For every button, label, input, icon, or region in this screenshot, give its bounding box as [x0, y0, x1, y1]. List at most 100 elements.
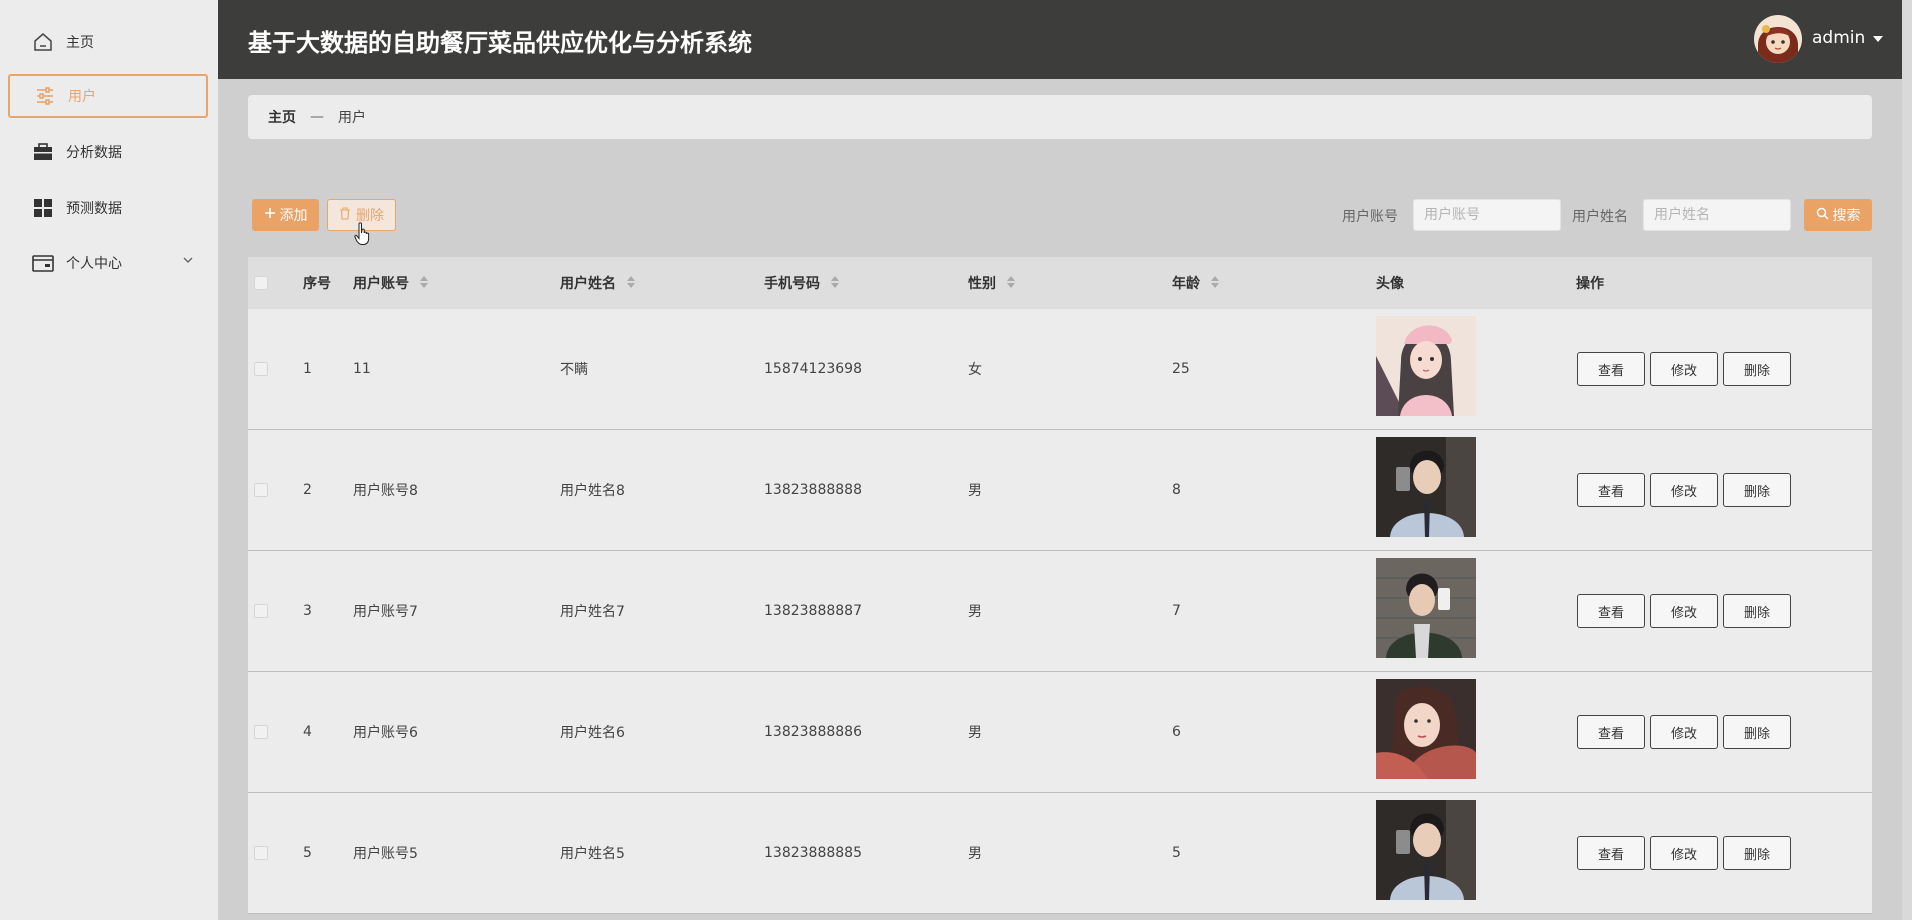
row-checkbox[interactable]	[254, 725, 268, 739]
avatar-thumbnail	[1376, 558, 1476, 658]
trash-icon	[339, 206, 351, 224]
users-table: 序号 用户账号 用户姓名 手机号码 性别 年龄 头像 操作 1 11 不瞒 15…	[248, 257, 1872, 914]
table-row: 5 用户账号5 用户姓名5 13823888885 男 5 查看 修改 删除	[248, 793, 1872, 914]
cell-age: 5	[1172, 845, 1181, 861]
cell-account: 用户账号8	[353, 483, 418, 499]
delete-button[interactable]: 删除	[1723, 715, 1791, 749]
home-icon	[32, 31, 54, 53]
cell-name: 用户姓名7	[560, 604, 625, 620]
app-title: 基于大数据的自助餐厅菜品供应优化与分析系统	[248, 29, 752, 57]
sidebar-item-label: 主页	[66, 35, 94, 51]
delete-button[interactable]: 删除	[1723, 594, 1791, 628]
sidebar-item-profile[interactable]: 个人中心	[8, 241, 208, 285]
sidebar-item-users[interactable]: 用户	[8, 74, 208, 118]
header-age-label: 年龄	[1172, 276, 1200, 292]
header-phone[interactable]: 手机号码	[764, 273, 839, 293]
edit-button[interactable]: 修改	[1650, 594, 1718, 628]
search-icon	[1816, 207, 1829, 224]
cell-gender: 女	[968, 362, 982, 378]
cell-index: 1	[303, 361, 312, 377]
header-account[interactable]: 用户账号	[353, 273, 428, 293]
avatar-thumbnail	[1376, 800, 1476, 900]
user-avatar[interactable]	[1754, 15, 1802, 63]
header-account-label: 用户账号	[353, 276, 409, 292]
sort-icon[interactable]	[1210, 276, 1219, 292]
grid-icon	[32, 197, 54, 219]
row-checkbox[interactable]	[254, 362, 268, 376]
name-search-input[interactable]	[1643, 199, 1791, 231]
table-row: 2 用户账号8 用户姓名8 13823888888 男 8 查看 修改 删除	[248, 430, 1872, 551]
user-name[interactable]: admin	[1812, 28, 1865, 48]
row-checkbox[interactable]	[254, 846, 268, 860]
cell-age: 25	[1172, 361, 1190, 377]
header-gender[interactable]: 性别	[968, 273, 1015, 293]
search-button[interactable]: 搜索	[1804, 199, 1872, 231]
account-search-input[interactable]	[1413, 199, 1561, 231]
header-age[interactable]: 年龄	[1172, 273, 1219, 293]
sort-icon[interactable]	[626, 276, 635, 292]
cell-index: 4	[303, 724, 312, 740]
sidebar-item-forecast[interactable]: 预测数据	[8, 186, 208, 230]
sort-icon[interactable]	[419, 276, 428, 292]
sidebar-item-analysis[interactable]: 分析数据	[8, 130, 208, 174]
row-checkbox[interactable]	[254, 604, 268, 618]
view-button[interactable]: 查看	[1577, 836, 1645, 870]
sidebar-item-label: 分析数据	[66, 145, 122, 161]
cell-name: 用户姓名5	[560, 846, 625, 862]
avatar-thumbnail	[1376, 316, 1476, 416]
breadcrumb-separator: —	[310, 109, 324, 125]
avatar-thumbnail	[1376, 679, 1476, 779]
cell-account: 用户账号7	[353, 604, 418, 620]
cell-name: 用户姓名6	[560, 725, 625, 741]
header-name[interactable]: 用户姓名	[560, 273, 635, 293]
cell-account: 11	[353, 361, 371, 377]
table-row: 1 11 不瞒 15874123698 女 25 查看 修改 删除	[248, 309, 1872, 430]
cell-account: 用户账号5	[353, 846, 418, 862]
scrollbar[interactable]	[1902, 0, 1912, 920]
table-row: 3 用户账号7 用户姓名7 13823888887 男 7 查看 修改 删除	[248, 551, 1872, 672]
cell-phone: 13823888885	[764, 845, 862, 861]
cell-phone: 13823888886	[764, 724, 862, 740]
sidebar: 主页 用户 分析数据 预测数据 个人中心	[0, 0, 218, 920]
briefcase-icon	[32, 141, 54, 163]
cell-gender: 男	[968, 725, 982, 741]
sidebar-item-label: 用户	[68, 89, 96, 105]
table-header: 序号 用户账号 用户姓名 手机号码 性别 年龄 头像 操作	[248, 257, 1872, 309]
cell-age: 6	[1172, 724, 1181, 740]
sidebar-item-label: 个人中心	[66, 256, 122, 272]
chevron-down-icon[interactable]	[182, 254, 194, 270]
cell-index: 5	[303, 845, 312, 861]
cell-gender: 男	[968, 483, 982, 499]
edit-button[interactable]: 修改	[1650, 473, 1718, 507]
account-search-label: 用户账号	[1342, 209, 1398, 225]
cell-phone: 15874123698	[764, 361, 862, 377]
view-button[interactable]: 查看	[1577, 473, 1645, 507]
edit-button[interactable]: 修改	[1650, 352, 1718, 386]
sort-icon[interactable]	[1006, 276, 1015, 292]
cell-gender: 男	[968, 846, 982, 862]
cell-age: 8	[1172, 482, 1181, 498]
breadcrumb-home[interactable]: 主页	[268, 107, 296, 127]
wallet-icon	[32, 252, 54, 274]
select-all-checkbox[interactable]	[254, 276, 268, 290]
delete-button[interactable]: 删除	[1723, 352, 1791, 386]
delete-button[interactable]: 删除	[1723, 473, 1791, 507]
cell-phone: 13823888887	[764, 603, 862, 619]
cell-index: 3	[303, 603, 312, 619]
edit-button[interactable]: 修改	[1650, 715, 1718, 749]
search-button-label: 搜索	[1832, 208, 1861, 224]
delete-button[interactable]: 删除	[1723, 836, 1791, 870]
header-avatar: 头像	[1376, 276, 1404, 292]
name-search-label: 用户姓名	[1572, 209, 1628, 225]
sliders-icon	[34, 85, 56, 107]
view-button[interactable]: 查看	[1577, 594, 1645, 628]
sort-icon[interactable]	[830, 276, 839, 292]
caret-down-icon[interactable]	[1872, 30, 1884, 49]
view-button[interactable]: 查看	[1577, 352, 1645, 386]
sidebar-item-home[interactable]: 主页	[8, 20, 208, 64]
view-button[interactable]: 查看	[1577, 715, 1645, 749]
edit-button[interactable]: 修改	[1650, 836, 1718, 870]
row-checkbox[interactable]	[254, 483, 268, 497]
header-phone-label: 手机号码	[764, 276, 820, 292]
add-button[interactable]: 添加	[252, 199, 319, 231]
